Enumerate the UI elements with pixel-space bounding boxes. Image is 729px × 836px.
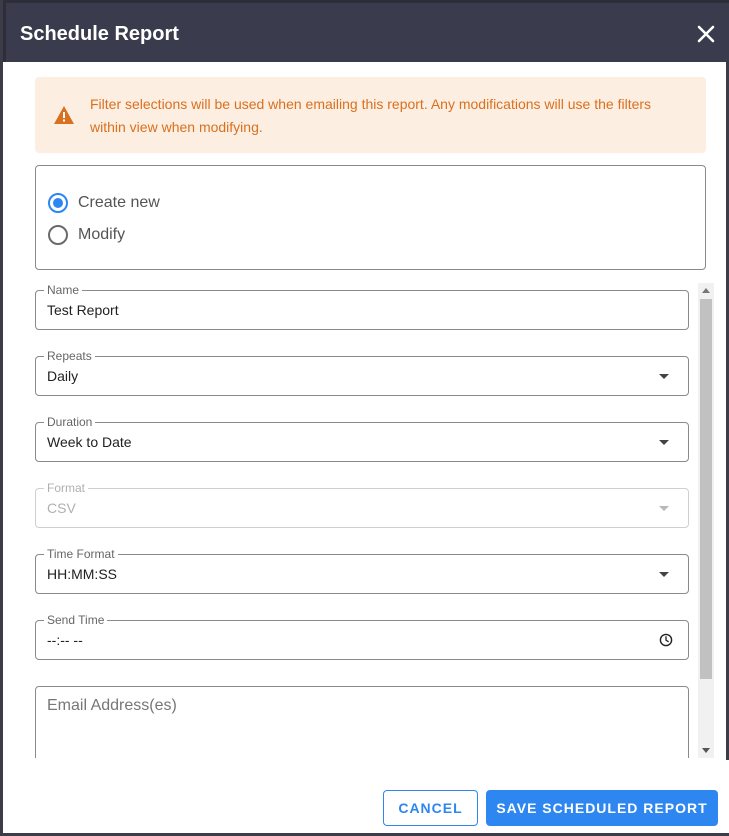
duration-value: Week to Date bbox=[47, 434, 132, 450]
dropdown-arrow-icon[interactable] bbox=[659, 374, 669, 379]
repeats-value: Daily bbox=[47, 368, 79, 384]
radio-label: Modify bbox=[78, 226, 126, 243]
email-placeholder: Email Address(es) bbox=[47, 697, 177, 714]
dropdown-arrow-icon bbox=[659, 506, 669, 511]
save-scheduled-report-button[interactable]: SAVE SCHEDULED REPORT bbox=[486, 790, 718, 826]
radio-unchecked-icon[interactable] bbox=[48, 225, 68, 245]
clock-icon[interactable] bbox=[659, 633, 673, 647]
scrollbar-thumb[interactable] bbox=[700, 299, 712, 679]
warning-icon bbox=[53, 105, 75, 125]
mode-selection-group: Create new Modify bbox=[35, 165, 706, 270]
name-input-value[interactable]: Test Report bbox=[47, 302, 119, 318]
dropdown-arrow-icon[interactable] bbox=[659, 572, 669, 577]
time-format-select[interactable]: Time Format HH:MM:SS bbox=[35, 546, 689, 594]
field-label: Send Time bbox=[44, 612, 108, 628]
cancel-button[interactable]: CANCEL bbox=[383, 790, 478, 826]
field-label: Time Format bbox=[44, 546, 118, 562]
scroll-up-icon[interactable] bbox=[702, 288, 710, 293]
dialog-title: Schedule Report bbox=[20, 23, 179, 45]
form-scrollbar[interactable] bbox=[698, 283, 714, 758]
radio-checked-icon[interactable] bbox=[48, 193, 68, 213]
radio-create-new[interactable]: Create new bbox=[48, 193, 160, 213]
name-field[interactable]: Name Test Report bbox=[35, 282, 689, 330]
field-label: Duration bbox=[44, 414, 96, 430]
form-scroll-area[interactable]: Name Test Report Repeats Daily Duration … bbox=[35, 282, 715, 758]
radio-modify[interactable]: Modify bbox=[48, 225, 125, 245]
filter-warning-alert: Filter selections will be used when emai… bbox=[35, 77, 706, 153]
field-label: Name bbox=[44, 282, 83, 298]
alert-message: Filter selections will be used when emai… bbox=[90, 96, 652, 135]
duration-select[interactable]: Duration Week to Date bbox=[35, 414, 689, 462]
dialog-titlebar: Schedule Report bbox=[3, 0, 729, 62]
close-icon[interactable] bbox=[695, 23, 717, 45]
format-value: CSV bbox=[47, 500, 76, 516]
send-time-input[interactable]: Send Time --:-- -- bbox=[35, 612, 689, 660]
field-label: Format bbox=[44, 480, 89, 496]
time-format-value: HH:MM:SS bbox=[47, 566, 117, 582]
send-time-value[interactable]: --:-- -- bbox=[47, 632, 83, 648]
radio-label: Create new bbox=[78, 194, 160, 211]
dialog-footer: CANCEL SAVE SCHEDULED REPORT bbox=[3, 760, 729, 833]
dropdown-arrow-icon[interactable] bbox=[659, 440, 669, 445]
email-addresses-field[interactable]: Email Address(es) bbox=[35, 686, 689, 758]
schedule-report-dialog: Schedule Report Filter selections will b… bbox=[0, 0, 729, 836]
field-label: Repeats bbox=[44, 348, 95, 364]
format-select: Format CSV bbox=[35, 480, 689, 528]
repeats-select[interactable]: Repeats Daily bbox=[35, 348, 689, 396]
scroll-down-icon[interactable] bbox=[702, 748, 710, 753]
